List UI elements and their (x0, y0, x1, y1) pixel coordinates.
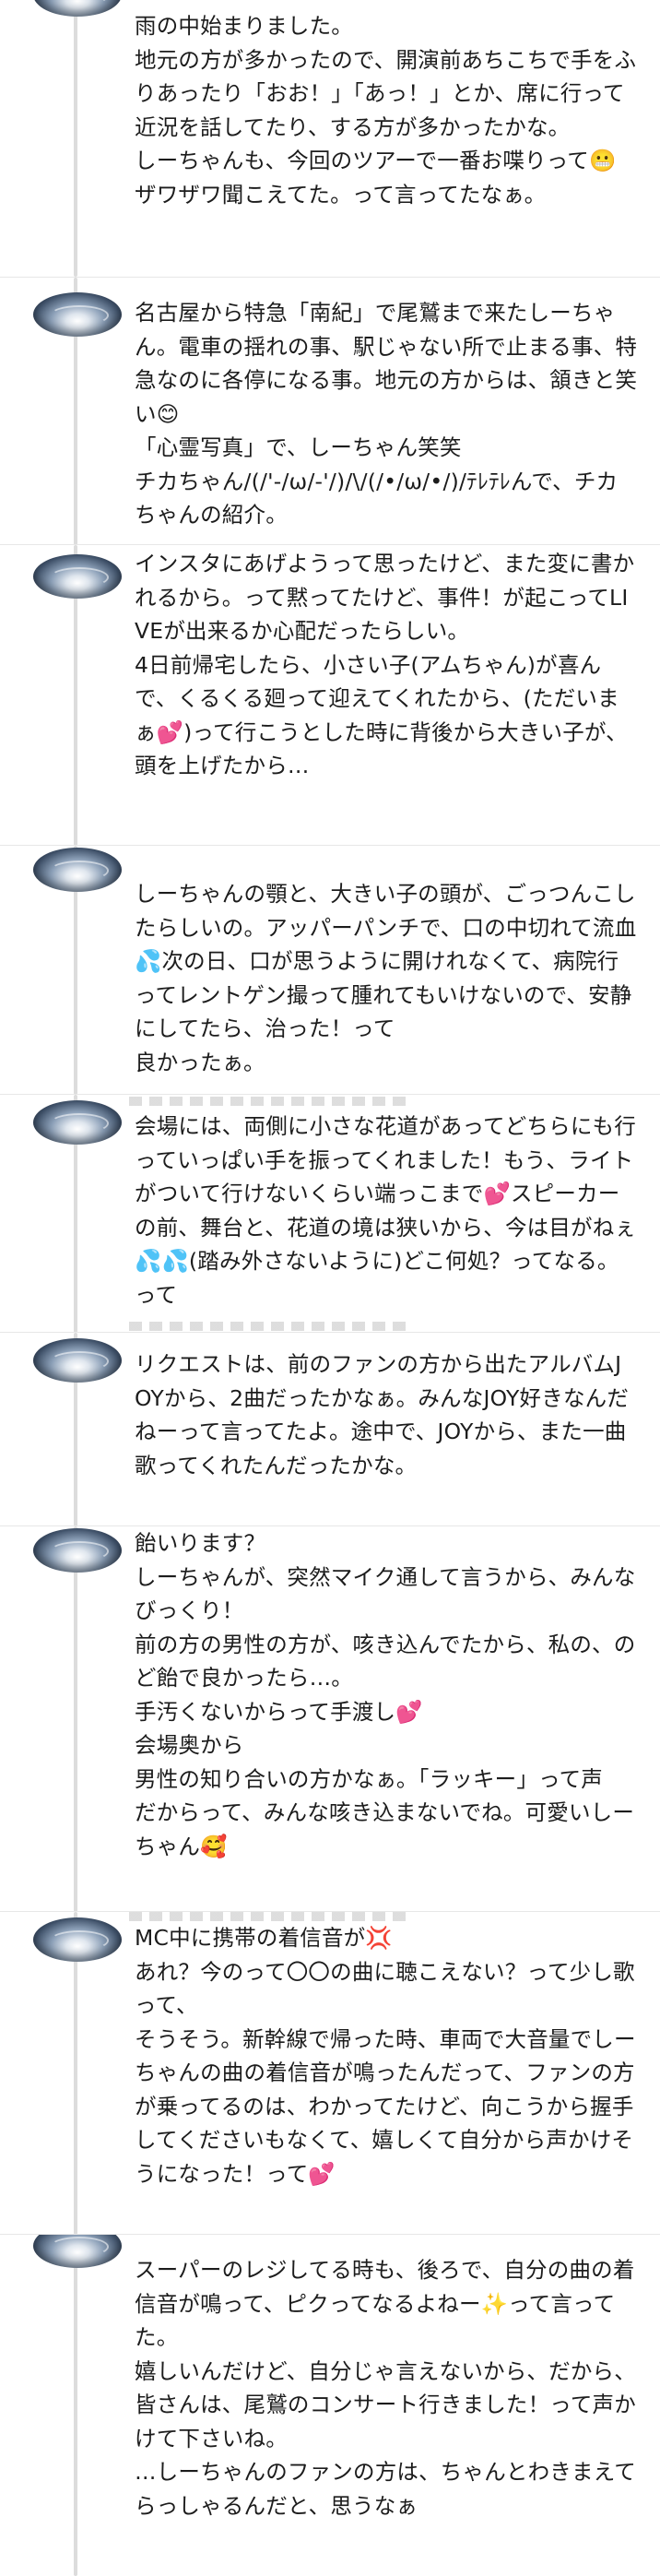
post-text: 飴いります？ しーちゃんが、突然マイク通して言うから、みんなびっくり！ 前の方の… (135, 1530, 636, 1859)
post-text: 雨の中始まりました。 地元の方が多かったので、開演前あちこちで手をふりあったり「… (135, 13, 637, 208)
preview-ghost-text (129, 1912, 406, 1921)
post-card[interactable]: スーパーのレジしてる時も、後ろで、自分の曲の着信音が鳴って、ピクってなるよねー✨… (0, 2234, 660, 2576)
post-card[interactable]: 名古屋から特急「南紀」で尾鷲まで来たしーちゃん。電車の揺れの事、駅じゃない所で止… (0, 277, 660, 545)
post-text: しーちゃんの顎と、大きい子の頭が、ごっつんこしたらしいの。アッパーパンチで、口の… (135, 881, 637, 1075)
post-text: スーパーのレジしてる時も、後ろで、自分の曲の着信音が鳴って、ピクってなるよねー✨… (135, 2257, 636, 2519)
post-card[interactable]: しーちゃんの顎と、大きい子の頭が、ごっつんこしたらしいの。アッパーパンチで、口の… (0, 845, 660, 1095)
post-card[interactable]: 雨の中始まりました。 地元の方が多かったので、開演前あちこちで手をふりあったり「… (0, 0, 660, 277)
avatar[interactable] (33, 0, 122, 17)
thread-line (74, 1526, 77, 1912)
post-text: MC中に携帯の着信音が💢 あれ？今のって〇〇の曲に聴こえない？って少し歌って、 … (135, 1925, 636, 2187)
avatar[interactable] (33, 554, 122, 599)
post-text: 名古屋から特急「南紀」で尾鷲まで来たしーちゃん。電車の揺れの事、駅じゃない所で止… (135, 300, 638, 528)
avatar[interactable] (33, 292, 122, 337)
post-card[interactable]: リクエストは、前のファンの方から出たアルバムJOYから、2曲だったかなぁ。みんな… (0, 1332, 660, 1526)
post-text: リクエストは、前のファンの方から出たアルバムJOYから、2曲だったかなぁ。みんな… (135, 1351, 630, 1478)
avatar[interactable] (33, 1528, 122, 1573)
post-text: インスタにあげようって思ったけど、また変に書かれるから。って黙ってたけど、事件！… (135, 551, 635, 778)
avatar[interactable] (33, 1338, 122, 1383)
avatar[interactable] (33, 1100, 122, 1145)
preview-ghost-text (129, 1097, 406, 1106)
thread-line (74, 0, 77, 277)
post-card[interactable]: MC中に携帯の着信音が💢 あれ？今のって〇〇の曲に聴こえない？って少し歌って、 … (0, 1911, 660, 2235)
preview-ghost-text (129, 1322, 406, 1331)
avatar[interactable] (33, 2235, 122, 2268)
post-card[interactable]: 飴いります？ しーちゃんが、突然マイク通して言うから、みんなびっくり！ 前の方の… (0, 1525, 660, 1912)
post-card[interactable]: インスタにあげようって思ったけど、また変に書かれるから。って黙ってたけど、事件！… (0, 544, 660, 846)
avatar[interactable] (33, 1917, 122, 1962)
post-card[interactable]: 会場には、両側に小さな花道があってどちらにも行っていっぱい手を振ってくれました！… (0, 1094, 660, 1333)
post-text: 会場には、両側に小さな花道があってどちらにも行っていっぱい手を振ってくれました！… (135, 1113, 637, 1308)
thread-line (74, 2235, 77, 2576)
avatar[interactable] (33, 848, 122, 892)
